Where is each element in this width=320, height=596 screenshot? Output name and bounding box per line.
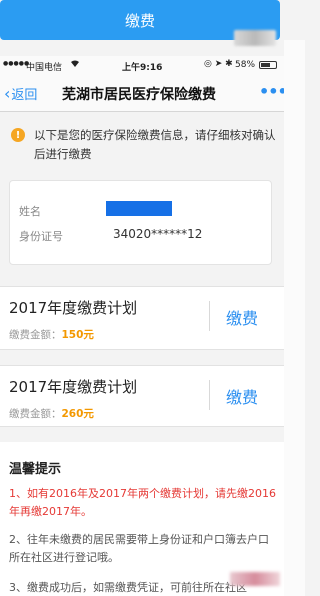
- tip-item: 1、如有2016年及2017年两个缴费计划，请先缴2016年再缴2017年。: [9, 487, 276, 518]
- more-icon[interactable]: •••: [259, 82, 288, 101]
- battery-icon: [259, 61, 277, 69]
- chevron-left-icon: ‹: [4, 83, 11, 103]
- plan-title: 2017年度缴费计划: [9, 378, 138, 396]
- divider: [209, 380, 210, 410]
- payment-plan-card: 2017年度缴费计划 缴费金额：150元 缴费: [0, 286, 284, 350]
- plan-title: 2017年度缴费计划: [9, 299, 138, 317]
- amount-value: 260元: [61, 408, 94, 420]
- status-bar: ●●●●● 中国电信 上午9:16 ◎ ➤ ✱ 58%: [0, 56, 284, 74]
- notice-text: 以下是您的医疗保险缴费信息，请仔细核对确认后进行缴费: [34, 128, 276, 161]
- plan-amount: 缴费金额：260元: [9, 408, 94, 420]
- nav-bar: ‹ 返回 芜湖市居民医疗保险缴费 •••: [0, 74, 288, 112]
- system-status-icons: ◎ ➤ ✱: [204, 59, 233, 69]
- payment-plan-card: 2017年度缴费计划 缴费金额：260元 缴费: [0, 365, 284, 427]
- amount-value: 150元: [61, 329, 94, 341]
- warning-icon: !: [11, 128, 25, 142]
- id-number-label: 身份证号: [19, 230, 63, 243]
- pay-button[interactable]: 缴费: [226, 305, 258, 329]
- back-button[interactable]: ‹ 返回: [4, 84, 37, 103]
- battery-percent: 58%: [235, 60, 256, 70]
- carrier-name: 中国电信: [26, 63, 63, 73]
- page-edge: [284, 40, 305, 596]
- page-title: 芜湖市居民医疗保险缴费: [62, 87, 216, 103]
- divider: [209, 301, 210, 331]
- tips-title: 温馨提示: [9, 462, 62, 477]
- id-number-value: 34020******12: [113, 227, 203, 241]
- blurred-overlay: [230, 572, 280, 586]
- redacted-name: [106, 201, 172, 216]
- wifi-icon: [70, 59, 80, 71]
- tip-item: 2、往年未缴费的居民需要带上身份证和户口簿去户口所在社区进行登记哦。: [9, 533, 269, 564]
- blurred-overlay: [234, 30, 276, 46]
- back-label: 返回: [11, 88, 38, 103]
- pay-button[interactable]: 缴费: [226, 384, 258, 408]
- clock: 上午9:16: [122, 63, 163, 73]
- insured-info-card: 姓名 身份证号 34020******12: [9, 180, 272, 265]
- plan-amount: 缴费金额：150元: [9, 329, 94, 341]
- name-label: 姓名: [19, 205, 41, 218]
